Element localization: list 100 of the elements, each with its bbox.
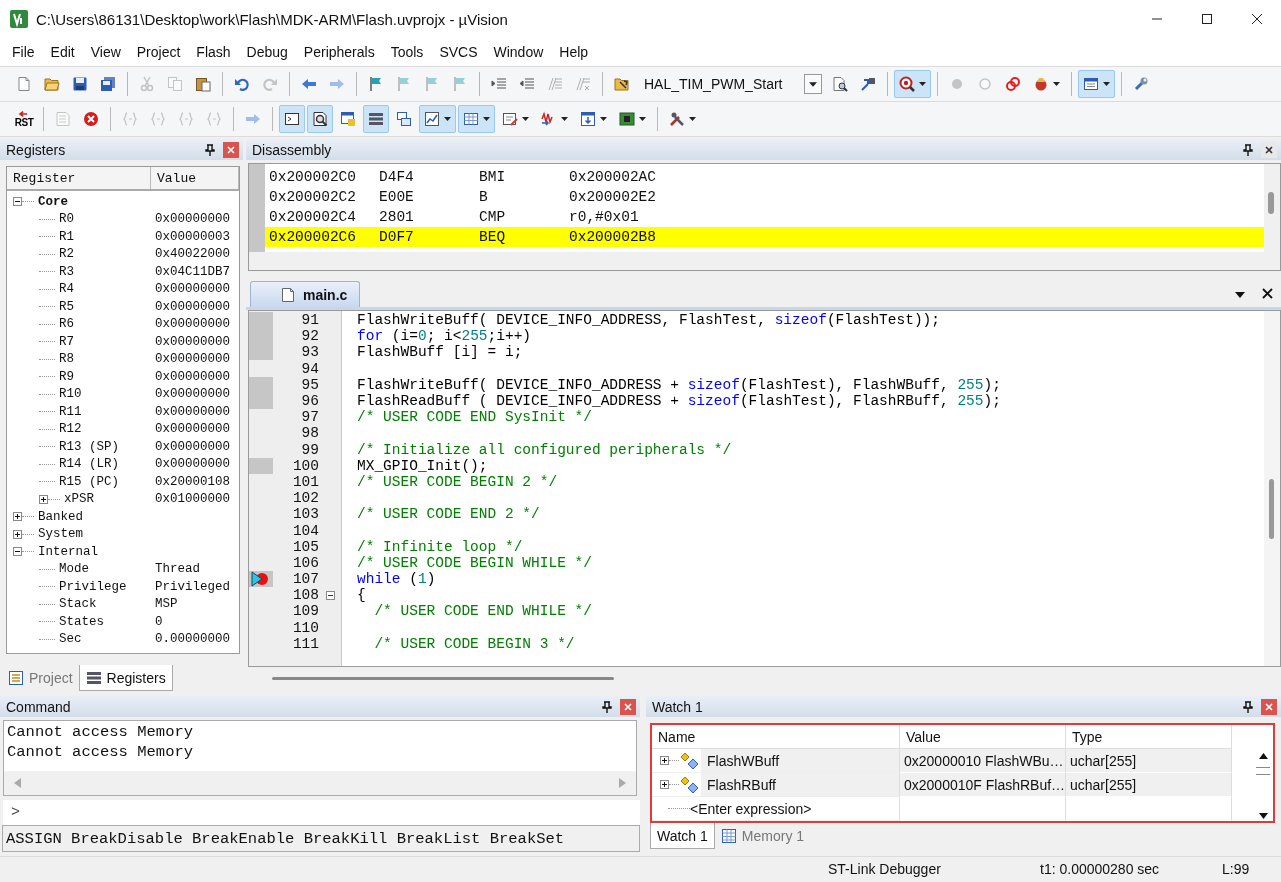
expand-icon[interactable] [660, 780, 669, 789]
register-name: Privilege [59, 579, 127, 594]
menu-item[interactable]: Project [128, 41, 189, 63]
pin-icon[interactable] [1243, 700, 1253, 713]
scroll-up-icon[interactable] [1258, 753, 1268, 759]
menu-item[interactable]: Help [551, 41, 597, 63]
save-all-icon [100, 76, 116, 92]
debug-button[interactable] [894, 70, 931, 98]
file-tab[interactable]: main.c [250, 281, 361, 307]
close-button[interactable] [1261, 141, 1277, 158]
register-value: 0x00000003 [155, 229, 230, 244]
register-value: 0x00000000 [155, 282, 230, 297]
output-line: Cannot access Memory [7, 723, 195, 743]
table-cell: uchar[255] [1066, 749, 1232, 773]
register-value: Thread [155, 562, 200, 577]
debug-icon [899, 76, 915, 92]
table-cell: uchar[255] [1066, 773, 1232, 797]
close-icon[interactable] [1262, 288, 1273, 299]
panel-title: Disassembly [252, 141, 332, 158]
opcode: E00E [379, 189, 415, 205]
list-button[interactable] [363, 105, 389, 133]
function-combo[interactable]: HAL_TIM_PWM_Start [640, 72, 826, 96]
scrollbar-thumb[interactable] [1269, 479, 1274, 539]
expand-icon[interactable] [13, 512, 22, 522]
list-icon [85, 669, 102, 686]
register-value: 0x20000108 [155, 474, 230, 489]
menu-item[interactable]: Window [485, 41, 552, 63]
menu-item[interactable]: View [82, 41, 129, 63]
collapse-icon[interactable] [13, 547, 22, 557]
flag-icon [424, 76, 440, 92]
line-number: 95 [300, 376, 319, 393]
pin-icon[interactable] [1243, 143, 1253, 156]
terminal-button[interactable] [279, 105, 305, 133]
tab[interactable]: Project [2, 665, 79, 691]
caret-icon [689, 117, 696, 121]
opcode: D0F7 [379, 229, 415, 245]
menu-item[interactable]: File [4, 41, 43, 63]
caret-icon [600, 117, 607, 121]
scrollbar-thumb[interactable] [1256, 767, 1270, 775]
menu-item[interactable]: Edit [42, 41, 83, 63]
edit-page-icon [502, 111, 518, 127]
chart-button[interactable] [419, 105, 456, 133]
line-number: 97 [300, 409, 319, 426]
caret-icon [639, 117, 646, 121]
code-line: FlashWriteBuff( DEVICE_INFO_ADDRESS + sizeof(FlashTest), FlashWBuff, 255); [357, 376, 1001, 393]
register-name: Stack [59, 597, 97, 612]
code-line: /* USER CODE END SysInit */ [357, 409, 592, 426]
register-name: R9 [59, 369, 74, 384]
command-field[interactable]: > [3, 800, 640, 825]
magnifier-page-button[interactable] [307, 105, 333, 133]
tab[interactable]: Watch 1 [650, 823, 715, 849]
status-text: L:99 [1222, 861, 1250, 877]
collapse-icon[interactable] [325, 590, 335, 600]
scrollbar-thumb[interactable] [1268, 192, 1274, 214]
menu-item[interactable]: Debug [238, 41, 296, 63]
code-line: { [357, 587, 366, 604]
expand-icon[interactable] [13, 529, 22, 539]
expression-field[interactable]: <Enter expression> [690, 800, 812, 817]
scroll-down-icon[interactable] [1258, 813, 1268, 819]
opcode: 2801 [379, 209, 415, 225]
caret-icon [561, 117, 568, 121]
line-number: 91 [300, 312, 319, 329]
expand-icon[interactable] [39, 494, 48, 504]
window-button[interactable] [1078, 70, 1115, 98]
close-icon [1265, 145, 1273, 154]
paste-icon [195, 76, 211, 92]
menu-item[interactable]: Flash [188, 41, 239, 63]
grid-icon [463, 111, 479, 127]
code-line: MX_GPIO_Init(); [357, 457, 488, 474]
register-value: 0x00000000 [155, 299, 230, 314]
menu-item[interactable]: Peripherals [295, 41, 383, 63]
reset-button[interactable]: RST [11, 105, 37, 133]
tab[interactable]: Memory 1 [714, 823, 811, 849]
file-icon [281, 286, 295, 303]
scrollbar-thumb[interactable] [272, 677, 614, 680]
pin-icon[interactable] [602, 700, 612, 713]
folder-icon [44, 76, 60, 92]
chart-icon [424, 111, 440, 127]
code-line: /* USER CODE BEGIN 3 */ [373, 635, 575, 652]
flag-icon [368, 76, 384, 92]
menu-item[interactable]: Tools [382, 41, 432, 63]
line-number: 100 [291, 457, 319, 474]
app-icon [10, 10, 28, 28]
dropdown-icon[interactable] [1234, 291, 1246, 299]
line-number: 110 [291, 619, 319, 636]
line-number: 96 [300, 393, 319, 410]
register-name: R11 [59, 404, 82, 419]
expand-icon[interactable] [660, 756, 669, 765]
menu-item[interactable]: SVCS [431, 41, 486, 63]
caret-icon [919, 82, 926, 86]
column-header[interactable]: Register [7, 167, 151, 189]
collapse-icon[interactable] [13, 197, 22, 207]
redo-icon [262, 76, 278, 92]
flag-icon [452, 76, 468, 92]
tab[interactable]: Registers [78, 665, 173, 691]
pin-icon[interactable] [205, 143, 215, 156]
output-line: Cannot access Memory [7, 742, 195, 762]
column-header[interactable]: Value [151, 167, 239, 189]
register-value: 0x01000000 [155, 492, 230, 507]
grid-button[interactable] [458, 105, 495, 133]
